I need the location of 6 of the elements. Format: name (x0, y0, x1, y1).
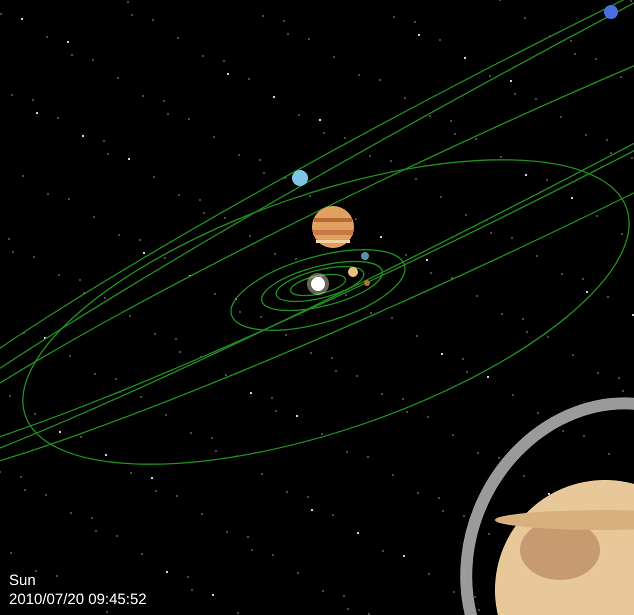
date-time: 2010/07/20 09:45:52 (9, 590, 147, 609)
banded-planet-drawing (312, 206, 354, 248)
planet-drawing (292, 170, 308, 186)
planet-drawing (604, 5, 618, 19)
object-name: Sun (9, 571, 37, 590)
sun-drawing (307, 273, 329, 295)
